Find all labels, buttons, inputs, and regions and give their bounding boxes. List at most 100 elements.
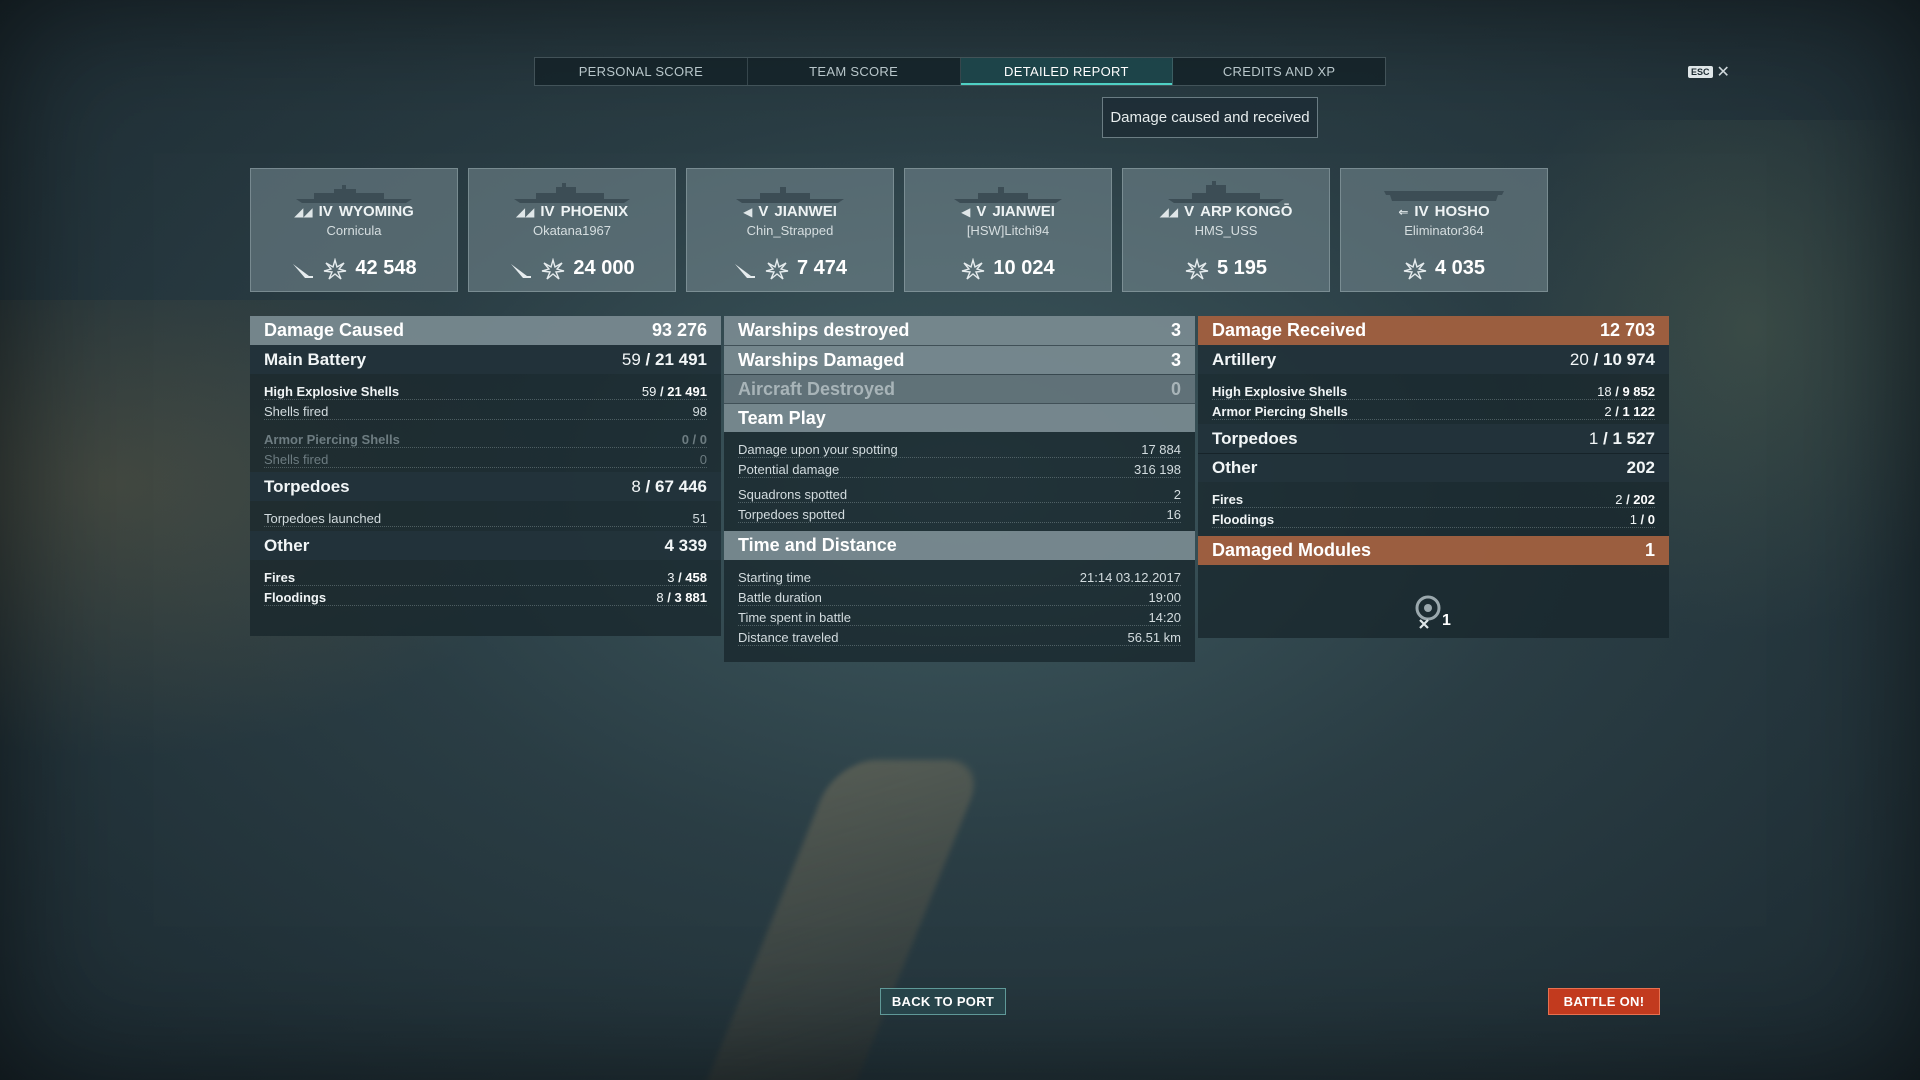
ship-card[interactable]: ◢◢ V ARP KONGŌ HMS_USS 5 195 (1122, 168, 1330, 292)
report-tabs: PERSONAL SCORE TEAM SCORE DETAILED REPOR… (534, 57, 1386, 86)
torpedo-hit-icon (734, 263, 755, 278)
ship-tier: V (758, 203, 769, 220)
other-section: Other 4 339 (250, 531, 721, 560)
tab-team-score[interactable]: TEAM SCORE (748, 58, 961, 85)
damage-dealt-value: 24 000 (573, 257, 635, 279)
other-received-section: Other 202 (1198, 453, 1669, 482)
ship-card[interactable]: ◀ V JIANWEI Chin_Strapped 7 474 (686, 168, 894, 292)
battleship-class-icon: ◢◢ (1159, 204, 1179, 219)
stat-row-torpedoes-spotted: Torpedoes spotted 16 (738, 503, 1181, 523)
ship-card[interactable]: ◀ V JIANWEI [HSW]Litchi94 10 024 (904, 168, 1112, 292)
back-to-port-button[interactable]: BACK TO PORT (880, 988, 1006, 1015)
tab-credits-and-xp[interactable]: CREDITS AND XP (1173, 58, 1385, 85)
damage-burst-icon (1403, 257, 1427, 280)
stat-row-fires-received: Fires 2 / 202 (1212, 488, 1655, 508)
esc-key-label: ESC (1688, 66, 1713, 78)
aircraft-destroyed-header: Aircraft Destroyed 0 (724, 374, 1195, 403)
artillery-section: Artillery 20 / 10 974 (1198, 345, 1669, 374)
background-ship (703, 760, 987, 1080)
torpedoes-section: Torpedoes 8 / 67 446 (250, 472, 721, 501)
ship-tier: V (976, 203, 987, 220)
battleship-class-icon: ◢◢ (515, 204, 535, 219)
player-name: [HSW]Litchi94 (966, 223, 1050, 238)
stat-row-ap-shells-received: Armor Piercing Shells 2 / 1 122 (1212, 400, 1655, 420)
player-name: Eliminator364 (1404, 223, 1484, 238)
damage-received-header: Damage Received 12 703 (1198, 316, 1669, 345)
torpedoes-received-section: Torpedoes 1 / 1 527 (1198, 424, 1669, 453)
stat-row-floodings-received: Floodings 1 / 0 (1212, 508, 1655, 528)
battle-on-button[interactable]: BATTLE ON! (1548, 988, 1660, 1015)
ship-card[interactable]: ⇐ IV HOSHO Eliminator364 4 035 (1340, 168, 1548, 292)
stat-row-shells-fired: Shells fired 98 (264, 400, 707, 420)
cruiser-class-icon: ◀ (743, 204, 753, 219)
damaged-modules-header: Damaged Modules 1 (1198, 536, 1669, 565)
stat-row-floodings: Floodings 8 / 3 881 (264, 586, 707, 606)
damage-dealt-value: 4 035 (1434, 257, 1486, 279)
close-button[interactable]: ESC ✕ (1688, 62, 1730, 82)
stat-row-torpedoes-launched: Torpedoes launched 51 (264, 507, 707, 527)
damage-burst-icon (324, 257, 347, 280)
cruiser-silhouette-icon (954, 187, 1062, 203)
stat-row-battle-duration: Battle duration 19:00 (738, 586, 1181, 606)
damaged-module-count: 1 (1442, 612, 1451, 629)
damage-dealt-value: 42 548 (355, 257, 417, 279)
stat-row-he-shells-received: High Explosive Shells 18 / 9 852 (1212, 380, 1655, 400)
team-play-header: Team Play (724, 403, 1195, 432)
close-icon: ✕ (1716, 64, 1730, 81)
ship-tier: IV (318, 203, 333, 220)
ship-name: ARP KONGŌ (1200, 203, 1293, 220)
tab-personal-score[interactable]: PERSONAL SCORE (535, 58, 748, 85)
carrier-silhouette-icon (1384, 191, 1504, 201)
ship-card[interactable]: ◢◢ IV WYOMING Cornicula 42 548 (250, 168, 458, 292)
stat-row-ap-shells: Armor Piercing Shells 0 / 0 (264, 428, 707, 448)
damage-dealt-value: 10 024 (993, 257, 1055, 279)
damage-burst-icon (542, 257, 565, 280)
stat-row-starting-time: Starting time 21:14 03.12.2017 (738, 566, 1181, 586)
ship-tier: V (1184, 203, 1195, 220)
stat-row-spotting-damage: Damage upon your spotting 17 884 (738, 438, 1181, 458)
damage-burst-icon (1185, 257, 1209, 280)
battleship-silhouette-icon (514, 183, 630, 203)
ship-name: JIANWEI (774, 203, 837, 220)
stat-row-fires: Fires 3 / 458 (264, 566, 707, 586)
damage-burst-icon (962, 257, 985, 280)
stat-row-squadrons-spotted: Squadrons spotted 2 (738, 483, 1181, 503)
cruiser-class-icon: ◀ (961, 204, 971, 219)
stat-row-distance-traveled: Distance traveled 56.51 km (738, 626, 1181, 646)
ship-tier: IV (1414, 203, 1429, 220)
damage-caused-total: 93 276 (651, 320, 707, 340)
battleship-silhouette-icon (1168, 181, 1284, 203)
ship-name: JIANWEI (992, 203, 1055, 220)
damage-received-panel: Damage Received 12 703 Artillery 20 / 10 … (1198, 316, 1669, 638)
stat-row-time-in-battle: Time spent in battle 14:20 (738, 606, 1181, 626)
carrier-class-icon: ⇐ (1398, 204, 1409, 219)
player-name: Okatana1967 (532, 223, 612, 238)
ship-name: WYOMING (338, 203, 414, 220)
player-name: HMS_USS (1194, 223, 1258, 238)
battleship-silhouette-icon (296, 185, 412, 203)
main-battery-section: Main Battery 59 / 21 491 (250, 345, 721, 374)
subtab-damage-caused-received[interactable]: Damage caused and received (1102, 97, 1318, 138)
torpedo-hit-icon (293, 263, 314, 278)
ship-tier: IV (540, 203, 555, 220)
damage-dealt-value: 7 474 (796, 257, 848, 279)
torpedo-hit-icon (511, 263, 532, 278)
stat-row-he-shells: High Explosive Shells 59 / 21 491 (264, 380, 707, 400)
stat-row-ap-shells-fired: Shells fired 0 (264, 448, 707, 468)
battleship-class-icon: ◢◢ (294, 204, 313, 219)
player-name: Cornicula (326, 223, 382, 238)
damage-received-total: 12 703 (1599, 320, 1655, 340)
ship-name: PHOENIX (560, 203, 629, 220)
damage-dealt-value: 5 195 (1216, 257, 1268, 279)
tab-detailed-report[interactable]: DETAILED REPORT (960, 58, 1174, 85)
ship-card[interactable]: ◢◢ IV PHOENIX Okatana1967 24 000 (468, 168, 676, 292)
damaged-ships-list: ◢◢ IV WYOMING Cornicula 42 548 ◢◢ IV PHOENIX… (250, 168, 1548, 292)
battle-summary-panel: Warships destroyed 3 Warships Damaged 3 Ai… (724, 316, 1195, 662)
ship-name: HOSHO (1434, 203, 1490, 220)
damage-caused-panel: Damage Caused 93 276 Main Battery 59 / 2… (250, 316, 721, 636)
stat-row-potential-damage: Potential damage 316 198 (738, 458, 1181, 478)
warships-destroyed-header: Warships destroyed 3 (724, 316, 1195, 345)
cruiser-silhouette-icon (736, 187, 844, 203)
damage-burst-icon (765, 257, 789, 280)
player-name: Chin_Strapped (746, 223, 834, 238)
